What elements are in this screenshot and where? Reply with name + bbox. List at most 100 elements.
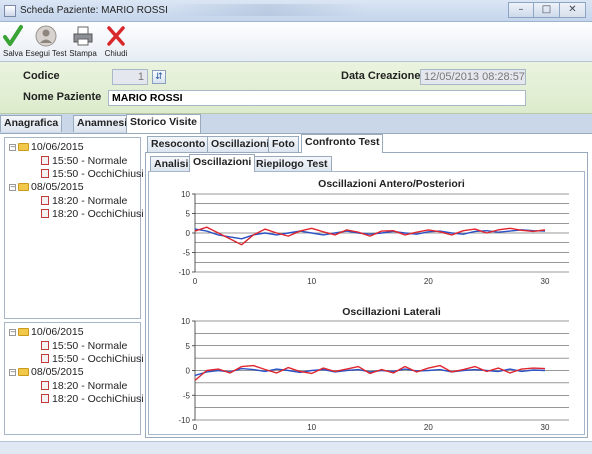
test-doc-icon: [41, 209, 49, 218]
tree-item[interactable]: 18:20 - OcchiChiusi: [41, 393, 144, 406]
test-doc-icon: [41, 354, 49, 363]
codice-label: Codice: [23, 70, 60, 82]
visits-tree-bottom[interactable]: − 10/06/2015 15:50 - Normale 15:50 - Occh…: [4, 322, 144, 435]
tab-resoconto[interactable]: Resoconto: [147, 136, 210, 153]
folder-icon: [18, 368, 29, 376]
nome-paziente-label: Nome Paziente: [23, 91, 102, 103]
save-button[interactable]: Salva: [2, 24, 24, 60]
collapse-icon[interactable]: −: [9, 184, 16, 191]
x-tick-label: 10: [307, 277, 316, 286]
y-tick-label: -5: [183, 391, 191, 400]
test-doc-icon: [41, 156, 49, 165]
tab-oscillazioni[interactable]: Oscillazioni: [207, 136, 274, 153]
x-tick-label: 10: [307, 423, 316, 432]
tree-group[interactable]: − 10/06/2015: [9, 141, 84, 154]
print-button[interactable]: Stampa: [68, 24, 98, 60]
tree-item-label: 18:20 - OcchiChiusi: [52, 393, 144, 405]
tree-group-label: 10/06/2015: [31, 141, 84, 153]
tab-foto[interactable]: Foto: [268, 136, 299, 153]
chart-lat: 1050-5-100 10 20 30: [178, 317, 569, 432]
tree-item-label: 15:50 - OcchiChiusi: [52, 353, 144, 365]
x-tick-label: 0: [193, 423, 198, 432]
x-tick-label: 30: [541, 277, 550, 286]
tree-item-label: 18:20 - OcchiChiusi: [52, 208, 144, 220]
window-title: Scheda Paziente: MARIO ROSSI: [20, 5, 168, 16]
tree-group[interactable]: − 08/05/2015: [9, 181, 84, 194]
confronto-test-panel: Analisi Oscillazioni Riepilogo Test Osci…: [145, 152, 588, 438]
tree-group[interactable]: − 10/06/2015: [9, 326, 84, 339]
data-creazione-label: Data Creazione: [341, 70, 421, 82]
test-doc-icon: [41, 196, 49, 205]
data-creazione-field[interactable]: 12/05/2013 08:28:57: [420, 69, 526, 85]
tree-group[interactable]: − 08/05/2015: [9, 366, 84, 379]
oscillazioni-chart-pane: Oscillazioni Antero/Posteriori 10 5 0 -5 -10…: [148, 171, 585, 435]
y-tick-label: 0: [186, 367, 191, 376]
run-test-button[interactable]: Esegui Test: [25, 24, 67, 60]
tab-anagrafica[interactable]: Anagrafica: [0, 115, 63, 132]
minimize-button[interactable]: –: [508, 2, 534, 18]
tree-item-label: 15:50 - Normale: [52, 340, 128, 352]
series-line-2: [194, 226, 546, 246]
tree-item-label: 18:20 - Normale: [52, 380, 128, 392]
title-bar: Scheda Paziente: MARIO ROSSI – □ ✕: [0, 0, 592, 22]
tree-item[interactable]: 18:20 - OcchiChiusi: [41, 208, 144, 221]
y-tick-label: 10: [181, 317, 190, 326]
toolbar: Salva Esegui Test Stampa Chiudi: [0, 22, 592, 62]
codice-field[interactable]: 1: [112, 69, 148, 85]
tree-item[interactable]: 18:20 - Normale: [41, 380, 127, 393]
chart-title-ap: Oscillazioni Antero/Posteriori: [318, 178, 465, 190]
tree-item[interactable]: 15:50 - OcchiChiusi: [41, 168, 144, 181]
check-icon: [3, 25, 23, 46]
window-controls: – □ ✕: [508, 2, 586, 18]
collapse-icon[interactable]: −: [9, 329, 16, 336]
subtab-analisi[interactable]: Analisi: [150, 156, 193, 172]
x-tick-label: 0: [193, 277, 198, 286]
folder-icon: [18, 328, 29, 336]
nome-paziente-field[interactable]: MARIO ROSSI: [108, 90, 526, 106]
codice-refresh-icon[interactable]: ⇵: [152, 70, 166, 84]
x-tick-label: 30: [541, 423, 550, 432]
subtab-oscillazioni[interactable]: Oscillazioni: [189, 154, 256, 172]
collapse-icon[interactable]: −: [9, 369, 16, 376]
collapse-icon[interactable]: −: [9, 144, 16, 151]
y-tick-label: -10: [178, 268, 190, 277]
print-button-label: Stampa: [69, 49, 97, 58]
close-form-button-label: Chiudi: [104, 49, 128, 58]
patient-header: Codice 1 ⇵ Data Creazione 12/05/2013 08:…: [0, 62, 592, 114]
y-tick-label: -5: [183, 249, 191, 258]
y-tick-label: 5: [186, 342, 191, 351]
tree-group-label: 08/05/2015: [31, 366, 84, 378]
close-window-button[interactable]: ✕: [560, 2, 586, 18]
close-form-button[interactable]: Chiudi: [98, 24, 134, 60]
tree-item[interactable]: 15:50 - OcchiChiusi: [41, 353, 144, 366]
subtab-riepilogo-test[interactable]: Riepilogo Test: [252, 156, 332, 172]
run-test-button-label: Esegui Test: [25, 49, 67, 58]
x-tick-label: 20: [424, 277, 433, 286]
status-bar: [0, 441, 592, 454]
storico-visite-panel: − 10/06/2015 15:50 - Normale 15:50 - Occh…: [0, 133, 592, 441]
test-doc-icon: [41, 341, 49, 350]
tab-storico-visite[interactable]: Storico Visite: [126, 114, 201, 133]
series-line-2: [194, 364, 546, 381]
tab-anamnesi[interactable]: Anamnesi: [73, 115, 132, 132]
tree-group-label: 08/05/2015: [31, 181, 84, 193]
tree-item[interactable]: 18:20 - Normale: [41, 195, 127, 208]
person-icon: [35, 25, 57, 47]
tree-item-label: 18:20 - Normale: [52, 195, 128, 207]
tree-item-label: 15:50 - OcchiChiusi: [52, 168, 144, 180]
tab-confronto-test[interactable]: Confronto Test: [301, 134, 384, 153]
maximize-button[interactable]: □: [534, 2, 560, 18]
folder-icon: [18, 183, 29, 191]
visits-tree-top[interactable]: − 10/06/2015 15:50 - Normale 15:50 - Occh…: [4, 137, 144, 319]
series-line-1: [194, 228, 546, 240]
printer-icon: [73, 26, 93, 46]
y-tick-label: 10: [181, 190, 190, 199]
save-button-label: Salva: [2, 49, 23, 58]
title-bar-glow: [168, 4, 368, 16]
y-tick-label: -10: [178, 416, 190, 425]
chart-ap: 1050-5-100 10 20 30: [178, 190, 569, 286]
tree-item[interactable]: 15:50 - Normale: [41, 155, 127, 168]
app-icon: [4, 5, 16, 17]
tree-item[interactable]: 15:50 - Normale: [41, 340, 127, 353]
test-doc-icon: [41, 169, 49, 178]
